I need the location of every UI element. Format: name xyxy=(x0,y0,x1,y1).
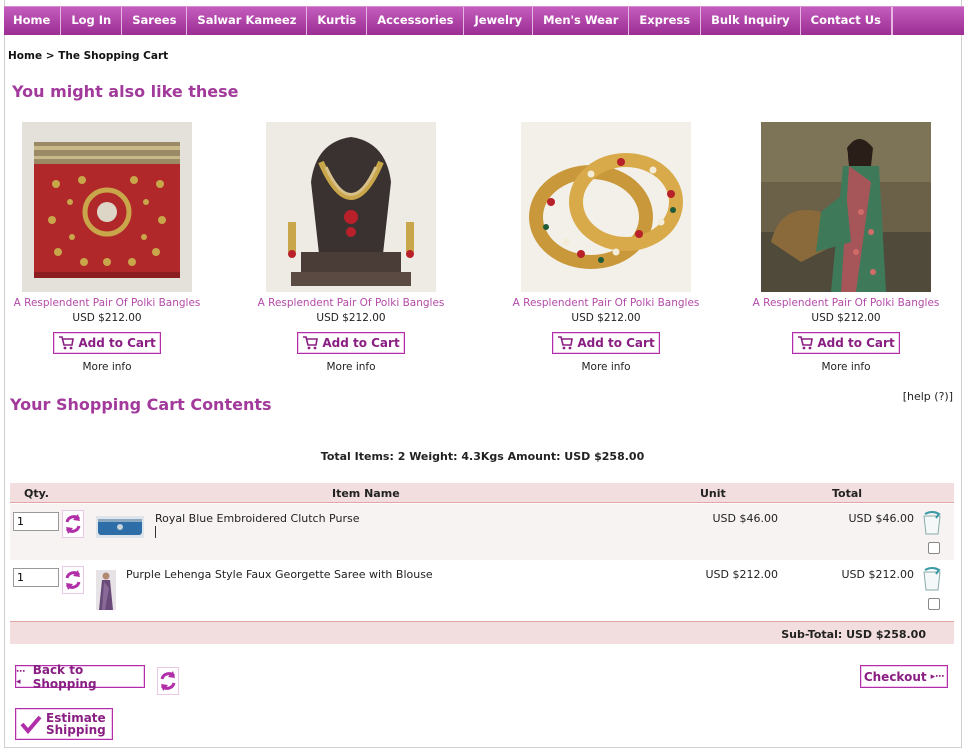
add-to-cart-label: Add to Cart xyxy=(577,336,655,350)
back-to-shopping-button[interactable]: ⋯◂ Back to Shopping xyxy=(15,662,145,691)
breadcrumb-current: The Shopping Cart xyxy=(58,50,169,62)
item-thumbnail-saree[interactable] xyxy=(96,570,116,610)
nav-jewelry[interactable]: Jewelry xyxy=(464,7,534,35)
text-cursor xyxy=(155,526,156,538)
product-image-saree[interactable] xyxy=(761,122,931,292)
more-info-link[interactable]: More info xyxy=(251,361,451,373)
help-link[interactable]: [help (?)] xyxy=(903,390,953,403)
back-to-shopping-label: Back to Shopping xyxy=(32,662,97,691)
cart-title: Your Shopping Cart Contents xyxy=(10,395,272,414)
header-item-name: Item Name xyxy=(332,487,400,500)
nav-express[interactable]: Express xyxy=(629,7,702,35)
nav-salwar-kameez[interactable]: Salwar Kameez xyxy=(187,7,308,35)
chevron-right-icon: ▸⋯ xyxy=(930,671,945,682)
more-info-link[interactable]: More info xyxy=(7,361,207,373)
nav-contact-us[interactable]: Contact Us xyxy=(801,7,892,35)
cart-item-unit-price: USD $212.00 xyxy=(705,568,779,581)
add-to-cart-button[interactable]: Add to Cart xyxy=(297,332,405,354)
product-price: USD $212.00 xyxy=(811,312,881,324)
product-price: USD $212.00 xyxy=(72,312,142,324)
trash-icon[interactable] xyxy=(921,510,943,536)
checkout-button[interactable]: Checkout ▸⋯ xyxy=(860,665,948,688)
more-info-link[interactable]: More info xyxy=(746,361,946,373)
breadcrumb-separator: > xyxy=(45,50,55,62)
product-card: A Resplendent Pair Of Polki Bangles USD … xyxy=(746,122,946,373)
add-to-cart-button[interactable]: Add to Cart xyxy=(792,332,900,354)
remove-checkbox[interactable] xyxy=(928,598,940,610)
cart-icon xyxy=(59,336,75,350)
header-unit: Unit xyxy=(700,487,726,500)
cart-icon xyxy=(303,336,319,350)
header-total: Total xyxy=(832,487,863,500)
add-to-cart-label: Add to Cart xyxy=(322,336,400,350)
refresh-icon[interactable] xyxy=(62,510,84,538)
nav-home[interactable]: Home xyxy=(4,7,62,35)
nav-spacer xyxy=(891,7,964,35)
product-card: A Resplendent Pair Of Polki Bangles USD … xyxy=(506,122,706,373)
remove-checkbox[interactable] xyxy=(928,542,940,554)
shipping-label: Shipping xyxy=(46,723,106,737)
cart-item-unit-price: USD $46.00 xyxy=(712,512,779,525)
table-row: Purple Lehenga Style Faux Georgette Sare… xyxy=(10,560,954,616)
main-nav: Home Log In Sarees Salwar Kameez Kurtis … xyxy=(4,6,964,35)
add-to-cart-button[interactable]: Add to Cart xyxy=(53,332,161,354)
chevron-left-icon: ⋯◂ xyxy=(16,666,25,687)
checkout-label: Checkout xyxy=(863,669,927,684)
product-image-clutch[interactable] xyxy=(22,122,192,292)
cart-summary: Total Items: 2 Weight: 4.3Kgs Amount: US… xyxy=(320,450,645,463)
cart-icon xyxy=(558,336,574,350)
product-name[interactable]: A Resplendent Pair Of Polki Bangles xyxy=(506,297,706,309)
nav-accessories[interactable]: Accessories xyxy=(367,7,465,35)
update-cart-icon[interactable] xyxy=(157,667,179,695)
product-price: USD $212.00 xyxy=(316,312,386,324)
cart-item-name[interactable]: Royal Blue Embroidered Clutch Purse xyxy=(155,512,359,525)
estimate-shipping-button[interactable]: Estimate Shipping xyxy=(15,708,113,740)
refresh-icon[interactable] xyxy=(62,566,84,594)
quantity-input[interactable] xyxy=(13,512,59,531)
cart-item-total: USD $212.00 xyxy=(841,568,915,581)
product-name[interactable]: A Resplendent Pair Of Polki Bangles xyxy=(746,297,946,309)
checkmark-icon xyxy=(20,715,42,734)
cart-subtotal: Sub-Total: USD $258.00 xyxy=(781,628,926,641)
trash-icon[interactable] xyxy=(921,566,943,592)
product-name[interactable]: A Resplendent Pair Of Polki Bangles xyxy=(7,297,207,309)
cart-table-header: Qty. Item Name Unit Total xyxy=(10,483,954,503)
cart-subtotal-row: Sub-Total: USD $258.00 xyxy=(10,621,954,644)
product-price: USD $212.00 xyxy=(571,312,641,324)
product-card: A Resplendent Pair Of Polki Bangles USD … xyxy=(251,122,451,373)
cart-item-total: USD $46.00 xyxy=(848,512,915,525)
table-row: Royal Blue Embroidered Clutch Purse USD … xyxy=(10,504,954,560)
add-to-cart-label: Add to Cart xyxy=(78,336,156,350)
breadcrumb-home[interactable]: Home xyxy=(8,50,42,62)
cart-item-name[interactable]: Purple Lehenga Style Faux Georgette Sare… xyxy=(126,568,433,581)
nav-kurtis[interactable]: Kurtis xyxy=(307,7,368,35)
nav-mens-wear[interactable]: Men's Wear xyxy=(533,7,630,35)
add-to-cart-label: Add to Cart xyxy=(817,336,895,350)
product-image-bangles[interactable] xyxy=(521,122,691,292)
header-qty: Qty. xyxy=(24,487,49,500)
suggestions-title: You might also like these xyxy=(12,82,239,101)
breadcrumb: Home > The Shopping Cart xyxy=(8,50,168,62)
cart-icon xyxy=(798,336,814,350)
more-info-link[interactable]: More info xyxy=(506,361,706,373)
add-to-cart-button[interactable]: Add to Cart xyxy=(552,332,660,354)
nav-bulk-inquiry[interactable]: Bulk Inquiry xyxy=(701,7,801,35)
item-thumbnail-clutch[interactable] xyxy=(96,516,144,538)
nav-sarees[interactable]: Sarees xyxy=(122,7,188,35)
quantity-input[interactable] xyxy=(13,568,59,587)
nav-log-in[interactable]: Log In xyxy=(61,7,123,35)
product-card: A Resplendent Pair Of Polki Bangles USD … xyxy=(7,122,207,373)
product-image-necklace[interactable] xyxy=(266,122,436,292)
product-name[interactable]: A Resplendent Pair Of Polki Bangles xyxy=(251,297,451,309)
